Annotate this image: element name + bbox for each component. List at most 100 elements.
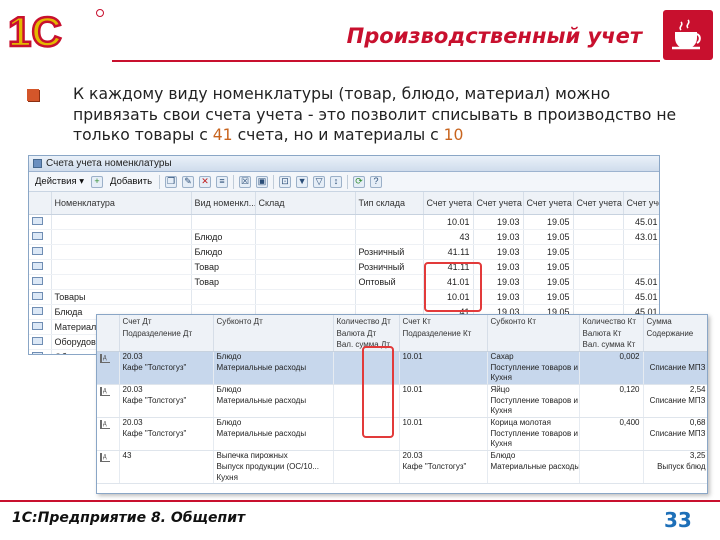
table-row[interactable]: Товар Розничный 41.11 19.03 19.05 (29, 259, 659, 275)
table-cell: Кафе "Толстогуз" (119, 395, 214, 407)
column-header[interactable]: Количество Дт (333, 315, 400, 327)
table-row[interactable]: Товары 10.01 19.03 19.05 45.01 (29, 289, 659, 305)
table-row[interactable]: Блюдо 43 19.03 19.05 43.01 (29, 229, 659, 245)
help-icon[interactable]: ? (370, 175, 383, 188)
toolbar: Действия ▾ + Добавить ❐ ✎ ✕ ≡ ☒ ▣ ⊡ ▼ ▽ … (29, 172, 659, 192)
post-icon[interactable]: ▣ (256, 175, 269, 188)
column-header[interactable]: Счет учета ... (573, 192, 624, 215)
table-row[interactable]: Кафе "Толстогуз" Материальные расходы Пост… (97, 395, 707, 407)
column-header[interactable] (119, 339, 214, 352)
column-header[interactable] (487, 327, 580, 339)
table-cell: 10.01 (399, 417, 488, 429)
table-cell: 19.05 (523, 274, 574, 290)
filter-off-icon[interactable]: ▽ (313, 175, 326, 188)
table-cell (255, 274, 356, 290)
table-row[interactable]: д 43 Выпечка пирожных 20.03 Блюдо 3,25 (97, 450, 707, 463)
delete-icon[interactable]: ✕ (199, 175, 212, 188)
column-header[interactable]: Склад (255, 192, 356, 215)
table-cell (119, 373, 214, 385)
table-row[interactable]: Кафе "Толстогуз" Материальные расходы Пост… (97, 428, 707, 440)
table-cell (399, 439, 488, 452)
column-header[interactable]: Сумма (643, 315, 707, 327)
1c-logo: 1С (7, 8, 104, 52)
column-header[interactable]: Счет учета ... (423, 192, 474, 215)
column-header[interactable] (97, 327, 120, 339)
table-cell (573, 229, 624, 245)
column-header[interactable]: Счет учета ... (523, 192, 574, 215)
column-header[interactable]: Вал. сумма Кт (579, 339, 644, 352)
table-row[interactable]: д 20.03 Блюдо 10.01 Корица молотая 0,400 0,68 (97, 417, 707, 429)
column-header[interactable]: Счет Кт (399, 315, 488, 327)
refresh-icon[interactable]: ⟳ (353, 175, 366, 188)
column-header[interactable]: Подразделение Кт (399, 327, 488, 339)
column-header[interactable]: Счет учета ... (623, 192, 659, 215)
column-header[interactable] (29, 192, 52, 215)
column-header[interactable]: Количество Кт (579, 315, 644, 327)
column-header[interactable] (399, 339, 488, 352)
filter-icon[interactable]: ▼ (296, 175, 309, 188)
actions-menu[interactable]: Действия ▾ (33, 176, 86, 187)
column-header[interactable]: Вид номенкл... (191, 192, 256, 215)
row-icon-cell (29, 259, 52, 275)
table-cell: Материальные расходы (213, 395, 334, 407)
column-header[interactable]: Подразделение Дт (119, 327, 214, 339)
table-cell: 0,002 (579, 351, 644, 363)
column-header[interactable] (97, 339, 120, 352)
row-icon-cell: д (97, 384, 120, 396)
table-cell: Розничный (355, 259, 424, 275)
table-cell: 43.01 (623, 229, 659, 245)
table-cell: Материальные расходы (213, 428, 334, 440)
table-row[interactable]: Блюдо Розничный 41.11 19.03 19.05 (29, 244, 659, 260)
column-header[interactable] (643, 339, 707, 352)
table-cell (51, 214, 192, 230)
table-row[interactable]: Кухня (97, 373, 707, 385)
table-cell: Кухня (213, 472, 334, 485)
table-header: Подразделение Дт Валюта Дт Подразделение… (97, 327, 707, 339)
column-header[interactable]: Субконто Кт (487, 315, 580, 327)
column-header[interactable]: Счет Дт (119, 315, 214, 327)
list-icon[interactable]: ≡ (216, 175, 229, 188)
column-header[interactable]: Тип склада (355, 192, 424, 215)
column-header[interactable] (213, 327, 334, 339)
table-row[interactable]: Кухня (97, 472, 707, 485)
record-icon (32, 306, 43, 315)
column-header[interactable]: Содержание (643, 327, 707, 339)
table-cell (643, 406, 707, 418)
table-row[interactable]: д 20.03 Блюдо 10.01 Яйцо 0,120 2,54 (97, 384, 707, 396)
table-cell (51, 244, 192, 260)
table-row[interactable]: Кухня (97, 406, 707, 418)
copy-icon[interactable]: ❐ (165, 175, 178, 188)
column-header[interactable]: Счет учета ... (473, 192, 524, 215)
table-cell: 43 (423, 229, 474, 245)
toolbar-divider (233, 174, 235, 189)
table-cell (579, 450, 644, 463)
column-header[interactable] (97, 315, 120, 327)
table-row[interactable]: 10.01 19.03 19.05 45.01 (29, 214, 659, 230)
column-header[interactable] (213, 339, 334, 352)
table-row[interactable]: Выпуск продукции (ОС/10... Кафе "Толстогу… (97, 462, 707, 473)
sort-icon[interactable]: ↕ (330, 175, 343, 188)
table-row[interactable]: Кухня (97, 439, 707, 452)
row-icon-cell: д (97, 351, 120, 363)
table-row[interactable]: Кафе "Толстогуз" Материальные расходы Пост… (97, 362, 707, 374)
table-cell (579, 428, 644, 440)
add-icon[interactable]: + (91, 175, 104, 188)
add-button[interactable]: Добавить (108, 176, 154, 187)
row-icon-cell (97, 395, 120, 407)
select-icon[interactable]: ⊡ (279, 175, 292, 188)
row-icon-cell (29, 289, 52, 305)
column-header[interactable]: Валюта Кт (579, 327, 644, 339)
column-header[interactable] (487, 339, 580, 352)
row-icon-cell (29, 229, 52, 245)
table-cell: 2,54 (643, 384, 707, 396)
record-icon (32, 321, 43, 330)
edit-icon[interactable]: ✎ (182, 175, 195, 188)
column-header[interactable]: Субконто Дт (213, 315, 334, 327)
mark-icon[interactable]: ☒ (239, 175, 252, 188)
column-header[interactable]: Номенклатура (51, 192, 192, 215)
record-icon (32, 351, 43, 354)
table-row[interactable]: Товар Оптовый 41.01 19.03 19.05 45.01 (29, 274, 659, 290)
column-header[interactable]: Валюта Дт (333, 327, 400, 339)
table-cell: 10.01 (399, 351, 488, 363)
table-row[interactable]: д 20.03 Блюдо 10.01 Сахар 0,002 (97, 351, 707, 363)
